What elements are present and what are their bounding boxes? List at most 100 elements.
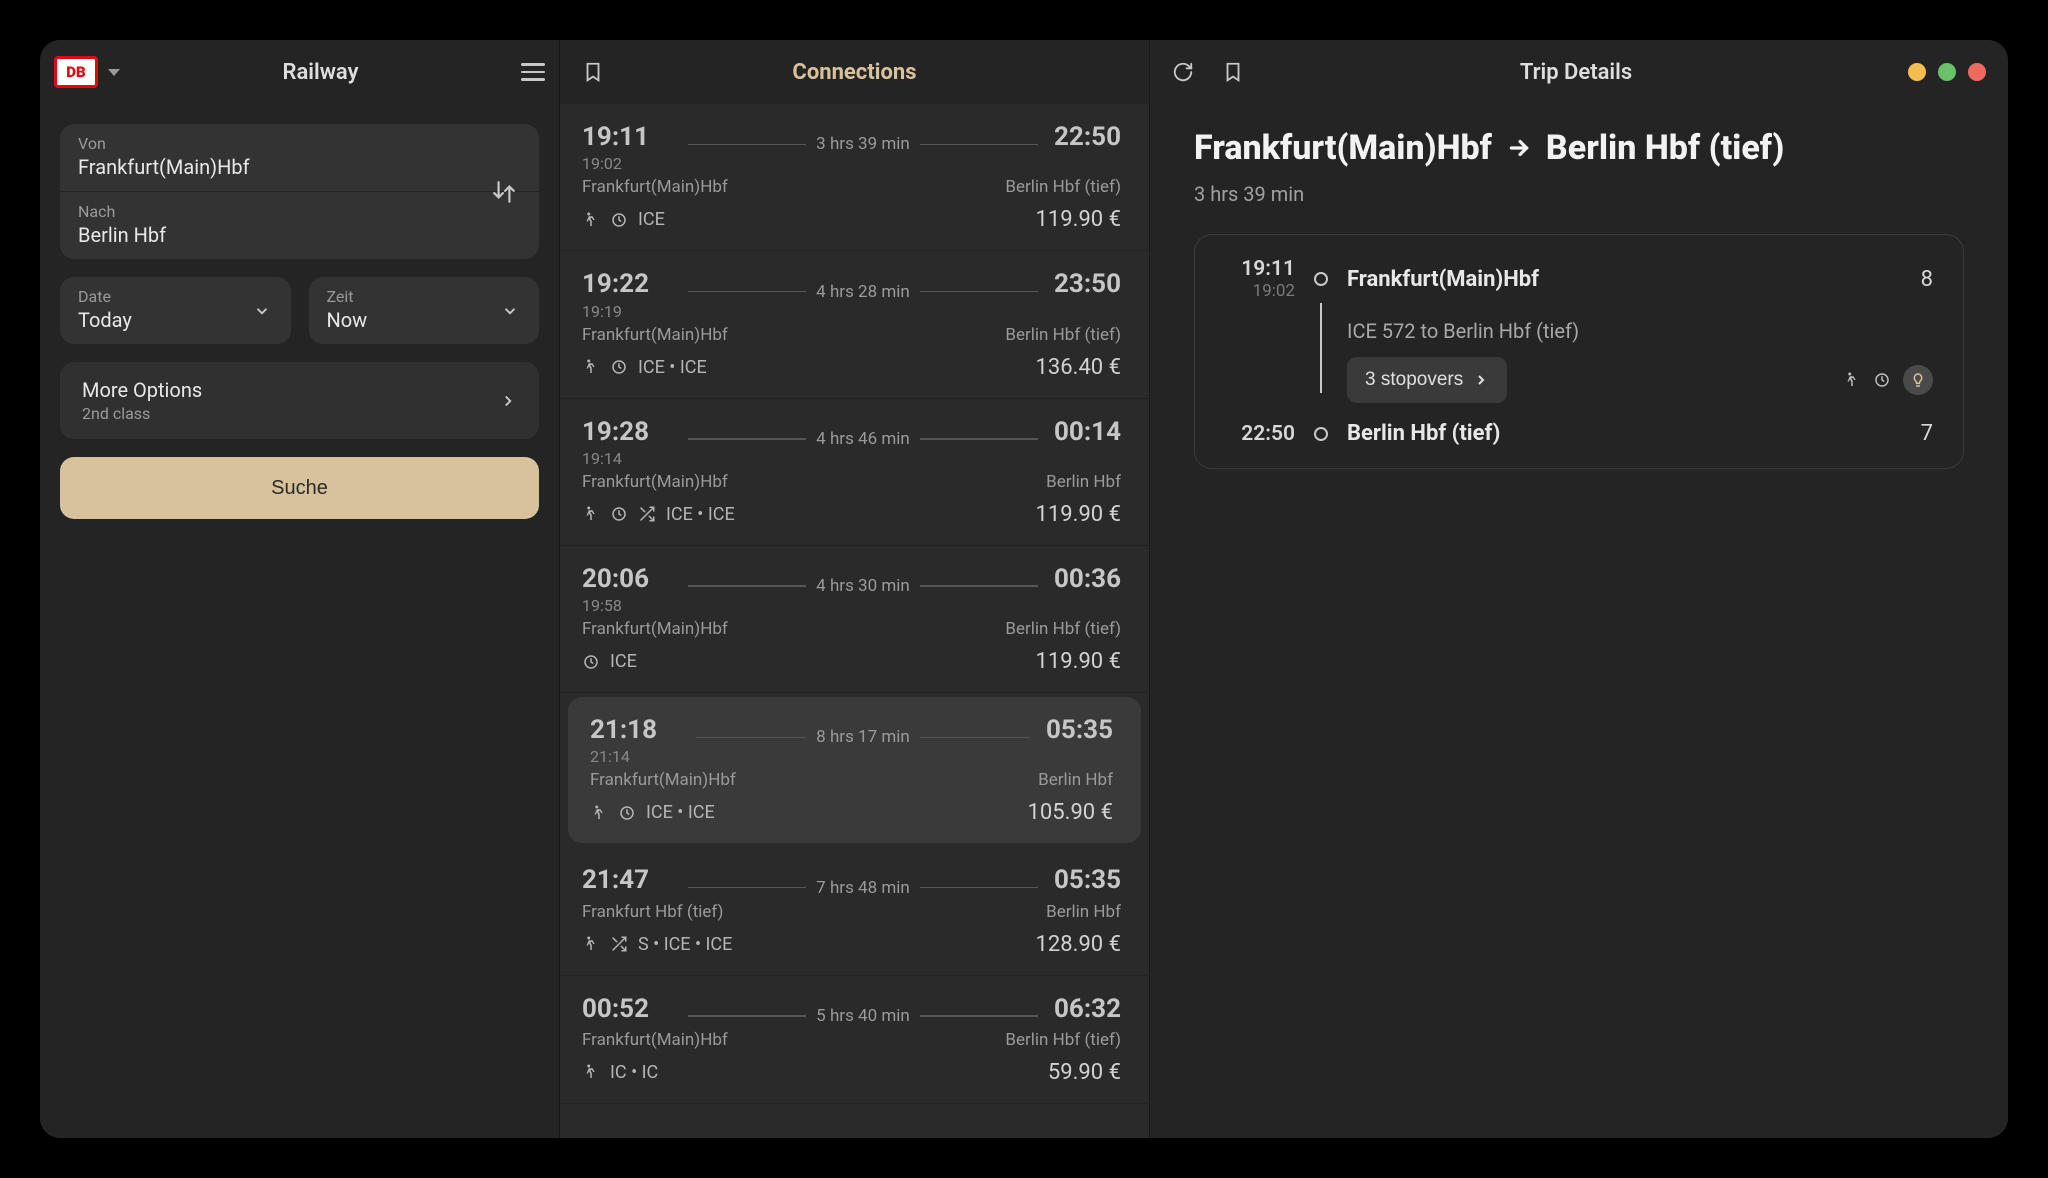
chevron-right-icon xyxy=(1473,372,1489,388)
time-dropdown[interactable]: Zeit Now xyxy=(309,277,540,344)
train-line: ICE 572 to Berlin Hbf (tief) xyxy=(1347,319,1933,343)
dep-delay: 21:14 xyxy=(590,747,680,766)
stopovers-label: 3 stopovers xyxy=(1365,369,1463,391)
details-header: Trip Details xyxy=(1150,40,2008,104)
connection-icons: ICE • ICE xyxy=(582,504,735,525)
walk-icon xyxy=(582,1063,600,1081)
provider-dropdown-icon[interactable] xyxy=(108,69,120,76)
to-station: Berlin Hbf xyxy=(1046,902,1121,922)
duration: 4 hrs 28 min xyxy=(672,282,1054,302)
dep-delay: 19:58 xyxy=(582,596,672,615)
load-icon xyxy=(610,358,628,376)
arr-time: 05:35 xyxy=(1046,715,1113,745)
duration: 8 hrs 17 min xyxy=(680,727,1046,747)
maximize-button[interactable] xyxy=(1938,63,1956,81)
menu-button[interactable] xyxy=(521,63,545,81)
dep-delay: 19:19 xyxy=(582,302,672,321)
connection-item[interactable]: 19:22 4 hrs 28 min 23:50 19:19 Frankfurt… xyxy=(560,251,1149,398)
to-station: Berlin Hbf (tief) xyxy=(1005,325,1121,345)
origin-label: Von xyxy=(78,134,521,153)
to-station: Berlin Hbf (tief) xyxy=(1005,1030,1121,1050)
connection-item[interactable]: 21:47 7 hrs 48 min 05:35 Frankfurt Hbf (… xyxy=(560,847,1149,975)
destination-field[interactable]: Nach Berlin Hbf xyxy=(60,192,539,259)
segment-line xyxy=(1320,303,1323,393)
date-value: Today xyxy=(78,308,273,332)
shuffle-icon xyxy=(610,935,628,953)
connection-item[interactable]: 21:18 8 hrs 17 min 05:35 21:14 Frankfurt… xyxy=(568,697,1141,843)
bookmark-icon[interactable] xyxy=(582,61,604,83)
trip-segment: 19:11 19:02 Frankfurt(Main)Hbf 8 ICE 572… xyxy=(1194,234,1964,469)
arr-time: 23:50 xyxy=(1054,269,1121,299)
dep-time: 19:11 xyxy=(1219,257,1295,281)
train-type-label: ICE xyxy=(610,651,637,672)
arr-time: 00:36 xyxy=(1054,564,1121,594)
origin-value: Frankfurt(Main)Hbf xyxy=(78,155,521,179)
price: 119.90 € xyxy=(1036,207,1121,232)
db-logo[interactable]: DB xyxy=(54,56,98,88)
train-type-label: ICE xyxy=(638,209,665,230)
train-type-label: IC • IC xyxy=(610,1062,658,1083)
load-icon xyxy=(610,211,628,229)
connection-item[interactable]: 20:06 4 hrs 30 min 00:36 19:58 Frankfurt… xyxy=(560,546,1149,693)
from-station: Frankfurt(Main)Hbf xyxy=(590,770,736,790)
sidebar-header: DB Railway xyxy=(40,40,559,104)
connection-item[interactable]: 19:11 3 hrs 39 min 22:50 19:02 Frankfurt… xyxy=(560,104,1149,251)
hint-icon[interactable] xyxy=(1903,365,1933,395)
duration: 4 hrs 30 min xyxy=(672,576,1054,596)
connection-item[interactable]: 19:28 4 hrs 46 min 00:14 19:14 Frankfurt… xyxy=(560,399,1149,546)
walk-icon xyxy=(582,211,600,229)
window-controls xyxy=(1908,63,1986,81)
destination-label: Nach xyxy=(78,202,521,221)
connections-list[interactable]: 19:11 3 hrs 39 min 22:50 19:02 Frankfurt… xyxy=(560,104,1149,1138)
bookmark-icon[interactable] xyxy=(1222,61,1244,83)
dep-time: 19:22 xyxy=(582,269,672,299)
close-button[interactable] xyxy=(1968,63,1986,81)
duration: 5 hrs 40 min xyxy=(672,1006,1054,1026)
refresh-icon[interactable] xyxy=(1172,61,1194,83)
train-type-label: ICE • ICE xyxy=(638,357,707,378)
minimize-button[interactable] xyxy=(1908,63,1926,81)
connection-icons: IC • IC xyxy=(582,1062,658,1083)
swap-icon[interactable] xyxy=(491,179,517,205)
train-type-label: ICE • ICE xyxy=(646,802,715,823)
chevron-down-icon xyxy=(253,302,271,320)
arr-time: 06:32 xyxy=(1054,994,1121,1024)
connections-panel: Connections 19:11 3 hrs 39 min 22:50 19:… xyxy=(560,40,1150,1138)
more-options-button[interactable]: More Options 2nd class xyxy=(60,362,539,439)
duration: 7 hrs 48 min xyxy=(672,878,1054,898)
time-label: Zeit xyxy=(327,287,522,306)
stopovers-button[interactable]: 3 stopovers xyxy=(1347,357,1507,403)
sidebar-title: Railway xyxy=(130,60,511,85)
search-button[interactable]: Suche xyxy=(60,457,539,519)
date-dropdown[interactable]: Date Today xyxy=(60,277,291,344)
from-station: Frankfurt(Main)Hbf xyxy=(582,1030,728,1050)
from-station: Frankfurt Hbf (tief) xyxy=(582,902,723,922)
arr-time: 05:35 xyxy=(1054,865,1121,895)
price: 119.90 € xyxy=(1036,502,1121,527)
details-body: Frankfurt(Main)Hbf Berlin Hbf (tief) 3 h… xyxy=(1150,104,2008,493)
dep-time: 00:52 xyxy=(582,994,672,1024)
to-station: Berlin Hbf xyxy=(1038,770,1113,790)
trip-details-panel: Trip Details Frankfurt(Main)Hbf Berlin H… xyxy=(1150,40,2008,1138)
dep-time: 20:06 xyxy=(582,564,672,594)
connections-header: Connections xyxy=(560,40,1149,104)
dep-platform: 8 xyxy=(1893,267,1933,292)
arr-time: 22:50 xyxy=(1219,422,1295,446)
route-duration: 3 hrs 39 min xyxy=(1194,182,1964,206)
dep-station: Frankfurt(Main)Hbf xyxy=(1347,267,1881,292)
price: 128.90 € xyxy=(1036,932,1121,957)
shuffle-icon xyxy=(638,505,656,523)
from-station: Frankfurt(Main)Hbf xyxy=(582,325,728,345)
to-station: Berlin Hbf xyxy=(1046,472,1121,492)
connection-item[interactable]: 00:52 5 hrs 40 min 06:32 Frankfurt(Main)… xyxy=(560,976,1149,1104)
walk-icon xyxy=(582,935,600,953)
sidebar: DB Railway Von Frankfurt(Main)Hbf Nach B… xyxy=(40,40,560,1138)
details-title: Trip Details xyxy=(1272,60,1880,85)
route-to: Berlin Hbf (tief) xyxy=(1546,128,1784,168)
walk-icon xyxy=(590,804,608,822)
walk-icon xyxy=(582,505,600,523)
chevron-down-icon xyxy=(501,302,519,320)
dep-delay: 19:02 xyxy=(1219,281,1295,301)
dep-delay: 19:02 xyxy=(582,154,672,173)
origin-field[interactable]: Von Frankfurt(Main)Hbf xyxy=(60,124,539,191)
